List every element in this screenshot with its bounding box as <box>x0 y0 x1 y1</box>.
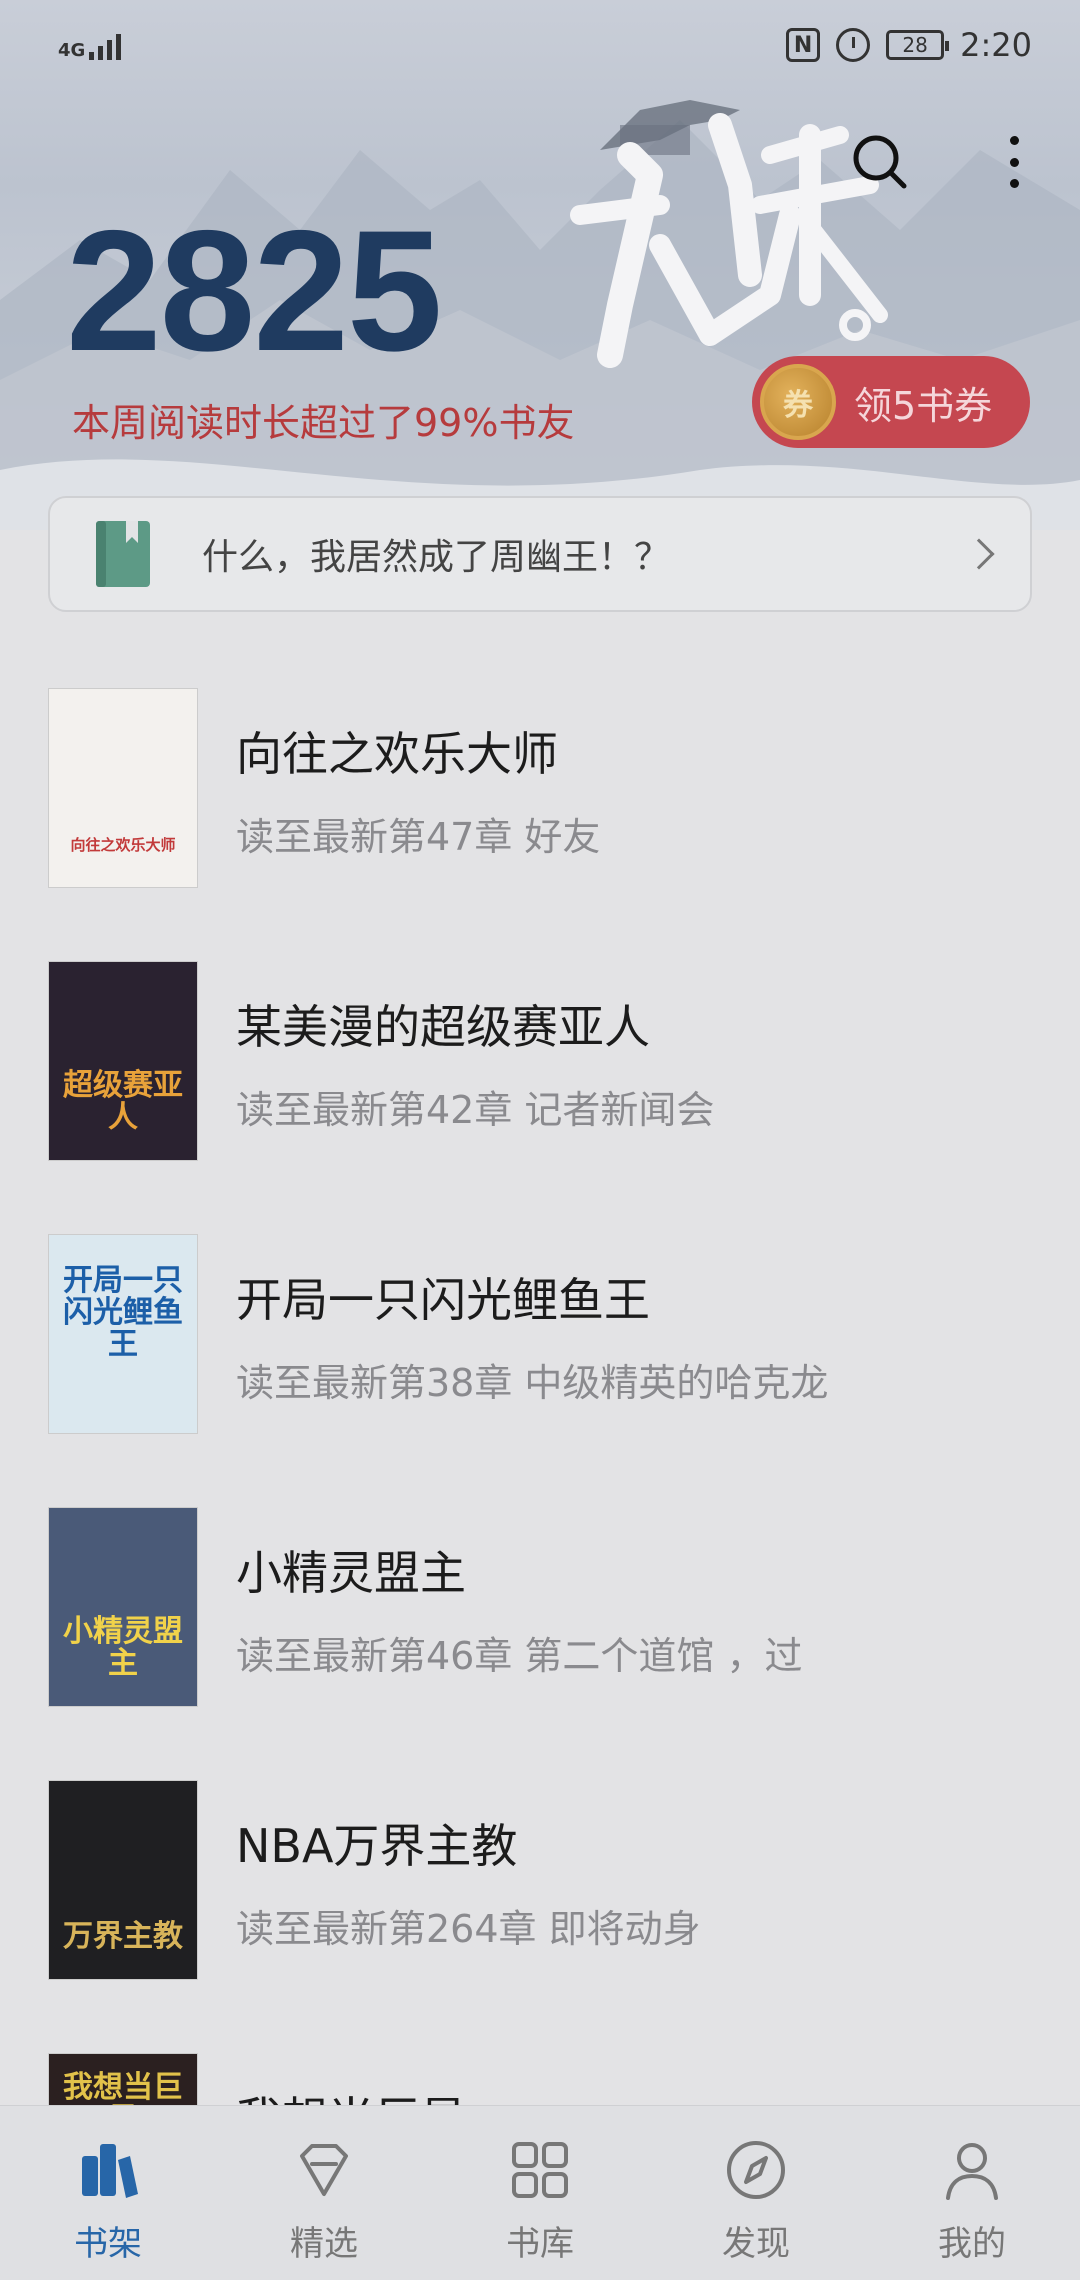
chevron-right-icon <box>963 538 995 570</box>
book-title: 某美漫的超级赛亚人 <box>236 1000 650 1054</box>
person-icon <box>946 2143 998 2200</box>
cover-title: 超级赛亚人 <box>63 1068 183 1135</box>
header-banner: 4G N 28 2:20 2825 本周阅读时长超过了99%书友 券 领5书券 <box>0 0 1080 530</box>
compass-icon <box>727 2141 785 2199</box>
book-item[interactable]: 向往之欢乐大师 向往之欢乐大师 读至最新第47章 好友 <box>0 680 1080 890</box>
search-icon[interactable] <box>848 130 912 194</box>
book-title: 向往之欢乐大师 <box>236 727 558 781</box>
tab-discover[interactable]: 发现 <box>648 2106 864 2280</box>
more-options-icon[interactable] <box>998 130 1030 194</box>
book-cover: 小精灵盟主 <box>48 1507 198 1707</box>
book-title: 小精灵盟主 <box>236 1546 466 1600</box>
network-indicator: 4G <box>58 30 122 61</box>
tab-bookshelf[interactable]: 书架 <box>0 2106 216 2280</box>
book-progress: 读至最新第38章 中级精英的哈克龙 <box>236 1361 829 1405</box>
book-progress: 读至最新第42章 记者新闻会 <box>236 1088 715 1132</box>
coupon-label: 领5书券 <box>854 383 993 428</box>
book-progress: 读至最新第46章 第二个道馆 ，过 <box>236 1634 803 1678</box>
tab-label: 发现 <box>722 2224 790 2264</box>
cover-title: 万界主教 <box>63 1919 183 1954</box>
cover-title: 向往之欢乐大师 <box>70 836 176 854</box>
diamond-icon <box>300 2144 348 2196</box>
alarm-icon <box>836 28 871 62</box>
book-cover: 开局一只闪光鲤鱼王 <box>48 1234 198 1434</box>
tab-label: 书架 <box>74 2224 142 2264</box>
coupon-coin-icon: 券 <box>760 364 836 440</box>
book-progress: 读至最新第264章 即将动身 <box>236 1907 701 1951</box>
bookshelf-icon <box>82 2144 138 2198</box>
notice-text: 什么，我居然成了周幽王！？ <box>202 537 671 578</box>
notice-banner[interactable]: 什么，我居然成了周幽王！？ <box>48 496 1032 612</box>
book-item[interactable]: 万界主教 NBA万界主教 读至最新第264章 即将动身 <box>0 1772 1080 1982</box>
nfc-icon: N <box>786 28 821 62</box>
battery-level: 28 <box>902 33 928 57</box>
bottom-tab-bar: 书架 精选 书库 发现 我的 <box>0 2105 1080 2280</box>
battery-icon: 28 <box>886 30 950 60</box>
book-title: 开局一只闪光鲤鱼王 <box>236 1273 650 1327</box>
book-cover: 万界主教 <box>48 1780 198 1980</box>
book-cover: 向往之欢乐大师 <box>48 688 198 888</box>
book-item[interactable]: 超级赛亚人 某美漫的超级赛亚人 读至最新第42章 记者新闻会 <box>0 953 1080 1163</box>
coupon-coin-label: 券 <box>783 388 813 423</box>
tab-featured[interactable]: 精选 <box>216 2106 432 2280</box>
tab-library[interactable]: 书库 <box>432 2106 648 2280</box>
tab-label: 我的 <box>938 2224 1006 2264</box>
network-type: 4G <box>58 40 86 61</box>
cover-title: 小精灵盟主 <box>63 1614 183 1681</box>
book-item[interactable]: 开局一只闪光鲤鱼王 开局一只闪光鲤鱼王 读至最新第38章 中级精英的哈克龙 <box>0 1226 1080 1436</box>
cover-title: 开局一只闪光鲤鱼王 <box>63 1263 183 1362</box>
tab-label: 书库 <box>506 2224 574 2264</box>
tab-profile[interactable]: 我的 <box>864 2106 1080 2280</box>
reading-rank-text: 本周阅读时长超过了99%书友 <box>72 401 575 445</box>
book-item[interactable]: 小精灵盟主 小精灵盟主 读至最新第46章 第二个道馆 ，过 <box>0 1499 1080 1709</box>
book-progress: 读至最新第47章 好友 <box>236 815 601 859</box>
book-icon <box>96 521 150 587</box>
book-cover: 超级赛亚人 <box>48 961 198 1161</box>
book-title: NBA万界主教 <box>236 1819 518 1873</box>
grid-icon <box>512 2142 568 2198</box>
signal-icon <box>89 30 122 60</box>
claim-coupon-button[interactable]: 券 领5书券 <box>752 356 1030 448</box>
status-bar: 4G N 28 2:20 <box>0 0 1080 90</box>
weekly-reading-minutes: 2825 <box>66 195 443 387</box>
clock: 2:20 <box>960 26 1032 64</box>
tab-label: 精选 <box>290 2224 358 2264</box>
